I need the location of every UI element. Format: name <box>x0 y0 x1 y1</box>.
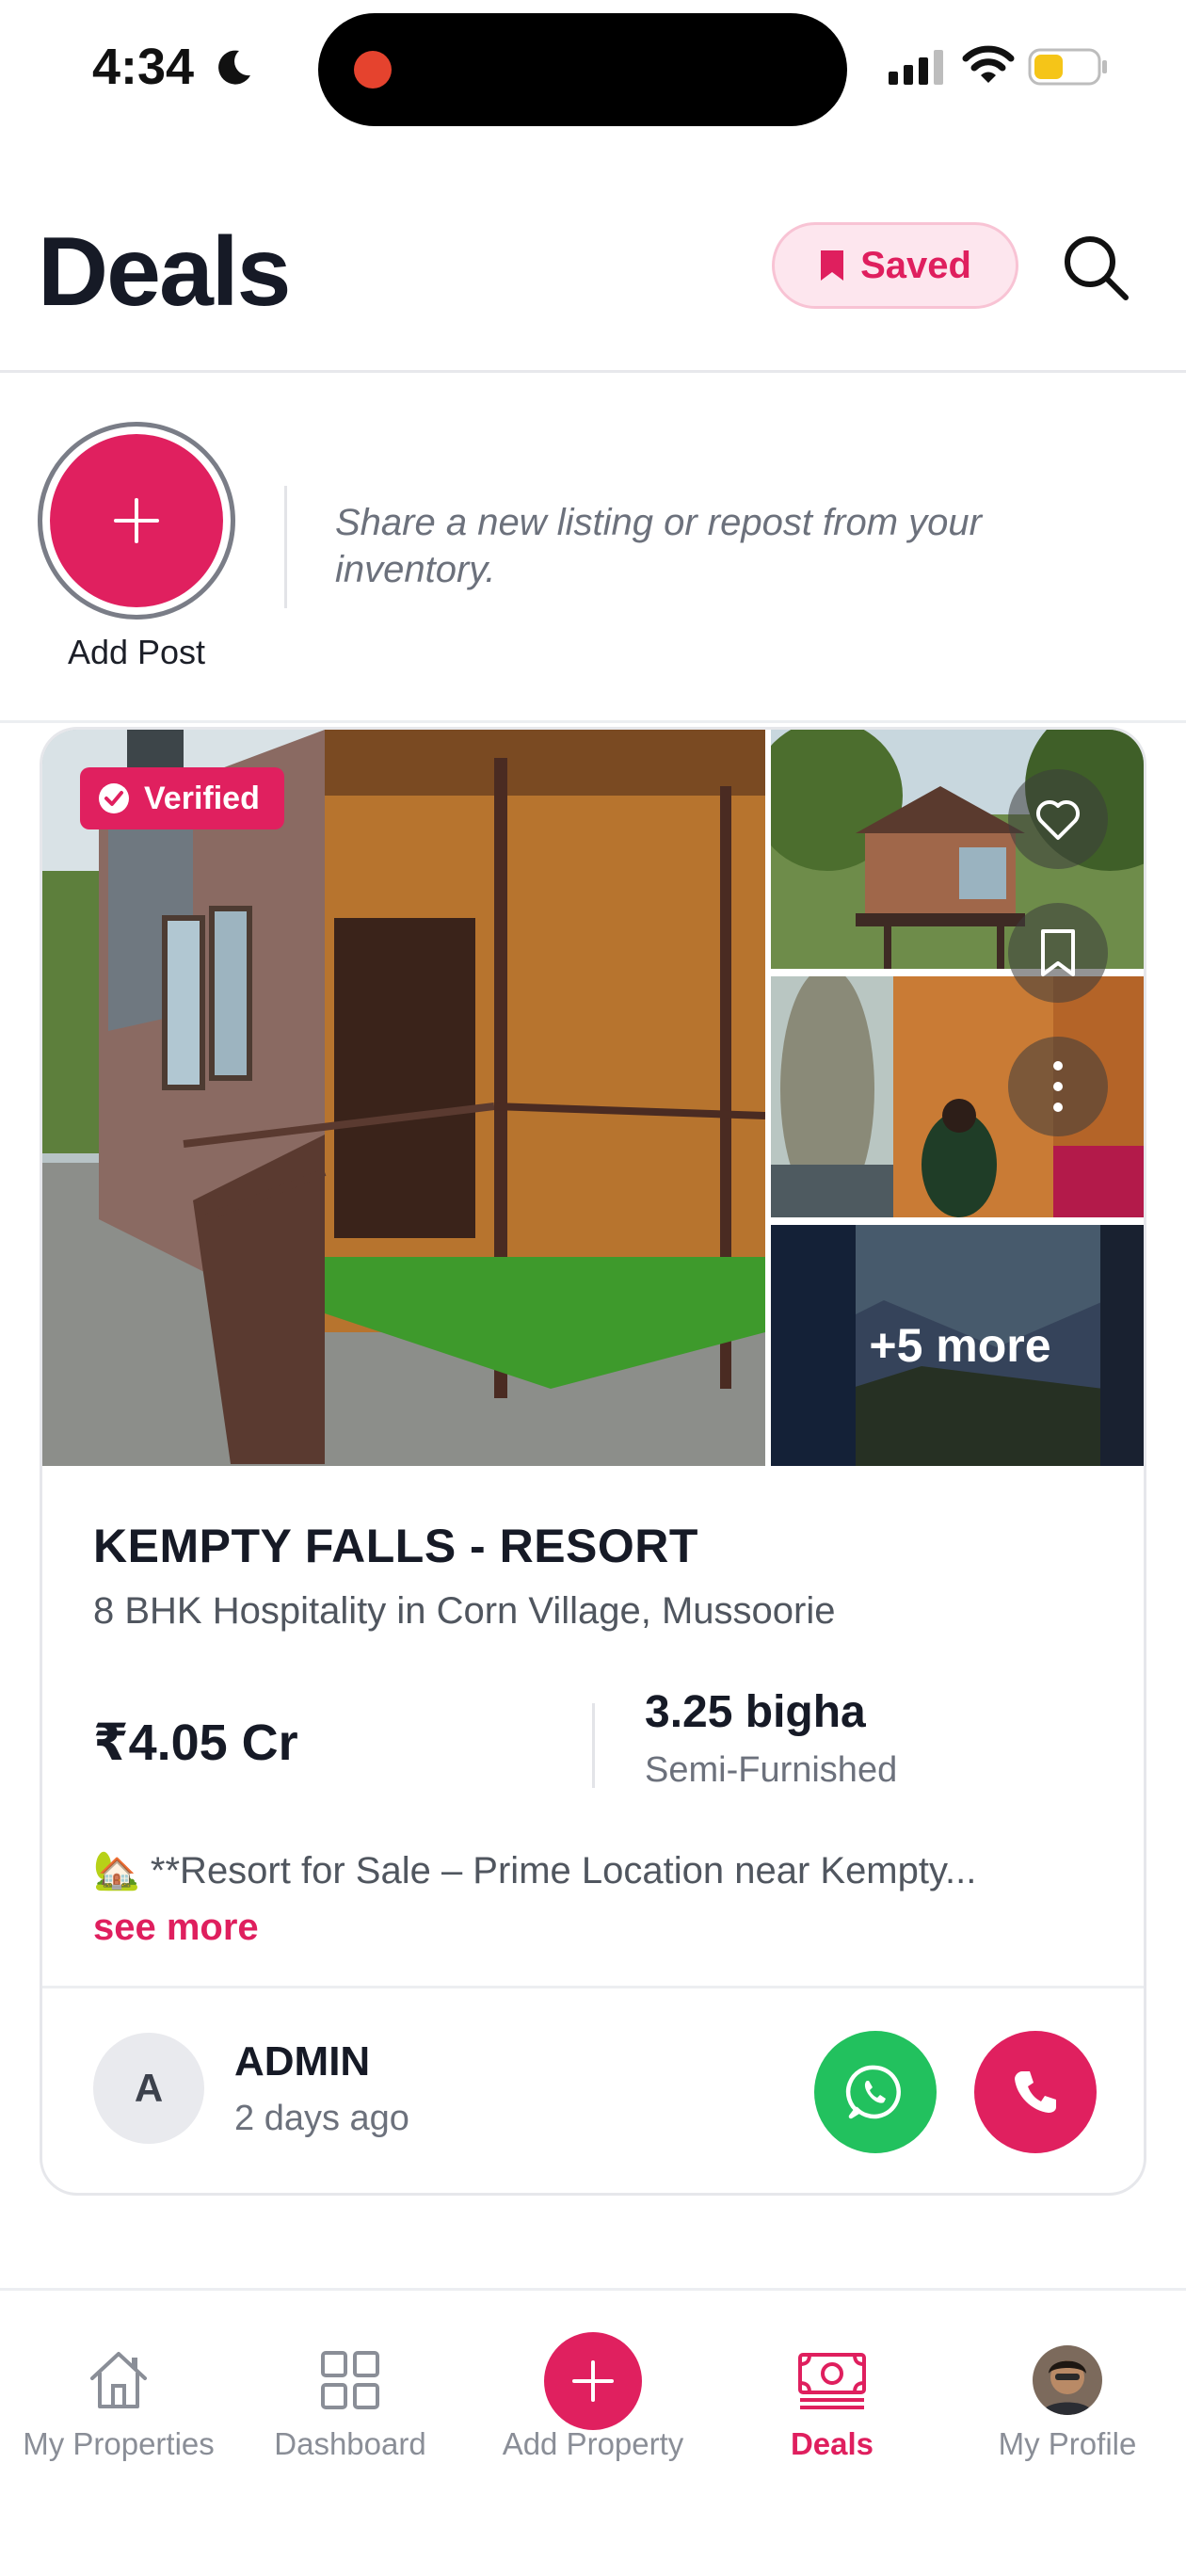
poster-avatar[interactable]: A <box>93 2033 204 2144</box>
grid-icon <box>321 2351 379 2409</box>
more-photos-overlay[interactable]: +5 more <box>771 1225 1144 1466</box>
check-circle-icon <box>99 783 129 813</box>
main-photo[interactable]: Verified <box>42 730 765 1466</box>
listing-title[interactable]: KEMPTY FALLS - RESORT <box>93 1519 698 1573</box>
home-icon <box>90 2352 147 2408</box>
dynamic-island <box>318 13 847 126</box>
listing-furnishing: Semi-Furnished <box>645 1750 898 1790</box>
bookmark-outline-icon <box>1041 929 1075 976</box>
nav-item-deals[interactable]: Deals <box>713 2343 951 2462</box>
photo-gallery[interactable]: Verified +5 more <box>42 730 1144 1466</box>
bookmark-icon <box>821 250 844 281</box>
nav-label[interactable]: Add Property <box>474 2426 712 2462</box>
phone-icon <box>1015 2071 1056 2113</box>
nav-item-my-profile[interactable]: My Profile <box>949 2343 1186 2462</box>
listing-description: 🏡 **Resort for Sale – Prime Location nea… <box>93 1850 977 1892</box>
call-button[interactable] <box>974 2031 1097 2153</box>
poster-name[interactable]: ADMIN <box>234 2038 370 2085</box>
add-post-circle[interactable] <box>50 434 223 607</box>
divider <box>592 1703 595 1788</box>
nav-item-my-properties[interactable]: My Properties <box>0 2343 237 2462</box>
favorite-button[interactable] <box>1008 769 1108 869</box>
nav-label: Deals <box>790 2426 874 2461</box>
more-vertical-icon <box>1053 1061 1063 1112</box>
more-options-button[interactable] <box>1008 1037 1108 1136</box>
composer-hint[interactable]: Share a new listing or repost from your … <box>335 499 1126 593</box>
listing-subtitle: 8 BHK Hospitality in Corn Village, Musso… <box>93 1590 836 1632</box>
plus-icon <box>572 2360 614 2402</box>
whatsapp-icon <box>845 2065 901 2119</box>
whatsapp-button[interactable] <box>814 2031 937 2153</box>
avatar <box>1033 2345 1102 2415</box>
cabin-photo <box>42 730 765 1466</box>
see-more-link[interactable]: see more <box>93 1907 259 1949</box>
cellular-signal-icon <box>889 50 943 85</box>
bookmark-button[interactable] <box>1008 903 1108 1003</box>
bottom-nav: My Properties Dashboard Add Property Dea… <box>0 2288 1186 2576</box>
saved-label: Saved <box>860 244 971 286</box>
more-photos-label: +5 more <box>869 1319 1051 1372</box>
nav-item-dashboard[interactable]: Dashboard <box>232 2343 469 2462</box>
verified-badge: Verified <box>80 767 284 829</box>
page-header: Deals Saved <box>0 179 1186 373</box>
listing-area: 3.25 bigha <box>645 1687 866 1737</box>
add-post-button[interactable] <box>38 422 235 620</box>
cash-icon <box>798 2353 866 2409</box>
verified-label: Verified <box>144 780 260 816</box>
profile-photo <box>1033 2345 1102 2415</box>
page-title: Deals <box>38 217 292 327</box>
saved-button[interactable]: Saved <box>772 222 1018 309</box>
post-composer: Add Post Share a new listing or repost f… <box>0 373 1186 723</box>
listing-card[interactable]: Verified +5 more KEMPTY FALLS - RESORT 8… <box>40 727 1146 2196</box>
status-bar: 4:34 <box>0 0 1186 141</box>
moon-icon <box>218 50 250 85</box>
add-post-label: Add Post <box>67 633 206 671</box>
post-time: 2 days ago <box>234 2099 409 2138</box>
search-icon[interactable] <box>1058 230 1133 305</box>
heart-icon <box>1035 799 1081 840</box>
nav-item-add-property[interactable] <box>544 2332 642 2430</box>
status-time: 4:34 <box>92 39 195 95</box>
recording-indicator-icon <box>354 51 392 89</box>
nav-label: My Properties <box>23 2426 215 2461</box>
plus-icon <box>114 498 159 543</box>
battery-icon <box>1028 48 1107 86</box>
thumbnail-photo-more[interactable]: +5 more <box>771 1225 1144 1466</box>
divider <box>42 1986 1144 1988</box>
nav-label: Dashboard <box>274 2426 426 2461</box>
nav-label: My Profile <box>998 2426 1137 2461</box>
wifi-icon <box>962 45 1015 83</box>
divider <box>284 486 287 608</box>
listing-price: ₹4.05 Cr <box>93 1715 298 1771</box>
